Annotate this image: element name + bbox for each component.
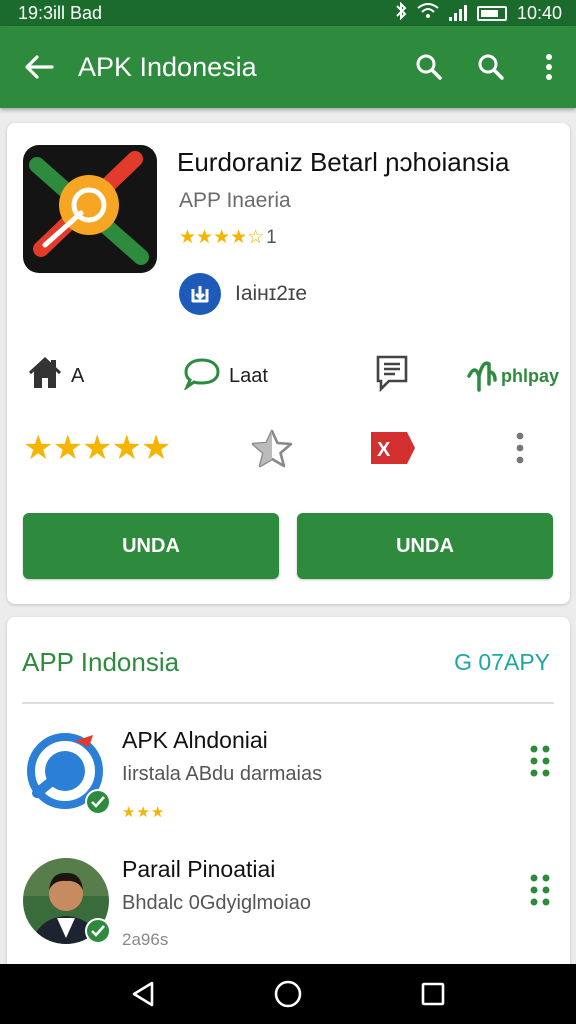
list-item-title: Parail Pinoatiai: [122, 856, 276, 882]
nav-recents-icon[interactable]: [413, 974, 453, 1014]
more-vert-icon[interactable]: [522, 26, 576, 108]
info-item-chat[interactable]: Laat: [183, 351, 268, 401]
status-left-text: 19:3ill Bad: [18, 2, 103, 23]
battery-icon: [476, 5, 507, 21]
app-developer[interactable]: APP Inaeria: [179, 189, 291, 213]
search-icon[interactable]: [398, 26, 460, 108]
verified-check-icon: [85, 789, 111, 815]
list-item-subtitle: Bhdalc 0Gdyiglmoiao: [122, 892, 311, 914]
more-vert-icon[interactable]: [515, 423, 525, 473]
list-item-meta: 2a96s: [122, 930, 169, 949]
install-button-left[interactable]: UNDA: [23, 513, 279, 579]
info-row: A Laat phlpay: [25, 351, 559, 401]
info-item-comment[interactable]: [375, 351, 409, 401]
flag-icon[interactable]: X: [369, 423, 417, 473]
navigation-bar: [0, 964, 576, 1024]
section-title: APP Indonsia: [22, 647, 180, 677]
signal-icon: [448, 5, 467, 21]
search-icon[interactable]: [460, 26, 522, 108]
list-item-subtitle: Iirstala ABdu darmaias: [122, 763, 323, 785]
install-button-right[interactable]: UNDA: [297, 513, 553, 579]
nav-back-icon[interactable]: [123, 974, 163, 1014]
list-item[interactable]: Parail Pinoatiai Bhdalc 0Gdyiglmoiao 2a9…: [7, 842, 570, 962]
nav-home-icon[interactable]: [268, 974, 308, 1014]
section-link[interactable]: G 07APY: [454, 649, 550, 676]
rating-stars: ★★★★☆: [179, 227, 265, 248]
app-icon[interactable]: [23, 145, 157, 273]
bluetooth-icon: [395, 1, 407, 25]
app-bar: APK Indonesia: [0, 26, 576, 108]
info-item-home[interactable]: A: [27, 351, 84, 401]
grid-dots-icon[interactable]: [528, 872, 552, 908]
comment-icon: [375, 354, 409, 398]
person-avatar: [23, 856, 111, 946]
app-rating: ★★★★☆ 1: [179, 226, 277, 249]
status-time: 10:40: [516, 2, 562, 23]
large-stars: ★★★★★: [23, 429, 171, 467]
app-avatar-icon: [23, 727, 111, 817]
verified-check-icon: [85, 918, 111, 944]
rating-row: ★★★★★ X: [23, 423, 557, 473]
list-item-title: APK Alndoniai: [122, 727, 268, 753]
info-label-brand: phlpay: [501, 365, 560, 386]
wifi-icon: [417, 2, 439, 24]
grid-dots-icon[interactable]: [528, 743, 552, 779]
app-detail-card: Eurdoraniz Betarl ɲɔhoiansia APP Inaeria…: [7, 123, 570, 604]
developer-name: Iaiʜɪ2ɪe: [235, 282, 308, 305]
rate-stars[interactable]: ★★★★★: [23, 423, 171, 473]
info-item-brand[interactable]: phlpay: [465, 351, 559, 401]
list-item[interactable]: APK Alndoniai Iirstala ABdu darmaias ★★★: [7, 713, 570, 833]
info-label-chat: Laat: [229, 364, 268, 387]
rating-count: 1: [266, 226, 277, 248]
app-title: Eurdoraniz Betarl ɲɔhoiansia: [177, 147, 510, 177]
svg-text:X: X: [377, 439, 391, 461]
related-apps-card: APP Indonsia G 07APY APK Alndoniai Iirst…: [7, 617, 570, 977]
status-icons: 10:40: [395, 1, 562, 25]
home-icon: [27, 356, 63, 396]
info-label-home: A: [71, 364, 85, 387]
divider: [22, 702, 554, 704]
star-outline-icon[interactable]: [249, 423, 295, 473]
developer-logo-icon: [179, 273, 221, 315]
brand-icon: [465, 354, 499, 399]
chat-bubble-icon: [183, 356, 221, 396]
list-item-rating: ★★★: [122, 804, 166, 821]
status-bar: 19:3ill Bad 10:40: [0, 0, 576, 26]
back-arrow-icon[interactable]: [0, 26, 78, 108]
developer-row[interactable]: Iaiʜɪ2ɪe: [179, 273, 307, 315]
app-bar-title: APK Indonesia: [78, 51, 257, 82]
